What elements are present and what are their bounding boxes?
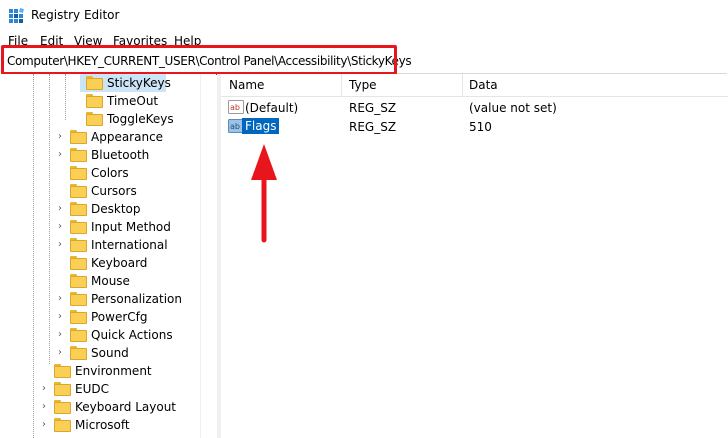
tree-item-label: PowerCfg — [91, 310, 148, 324]
folder-icon — [54, 364, 71, 378]
header-divider — [221, 96, 728, 97]
folder-icon — [70, 310, 87, 324]
folder-icon — [54, 400, 71, 414]
chevron-right-icon[interactable]: › — [56, 330, 64, 340]
tree-item-label: Quick Actions — [91, 328, 173, 342]
tree-item-powercfg[interactable]: › PowerCfg — [56, 308, 196, 326]
address-highlight-box — [1, 45, 397, 75]
tree-item-keyboard-layout[interactable]: › Keyboard Layout — [40, 398, 196, 416]
tree-item-eudc[interactable]: › EUDC — [40, 380, 196, 398]
tree-item-label: Sound — [91, 346, 129, 360]
tree-item-label: TimeOut — [107, 94, 159, 108]
folder-icon — [70, 148, 87, 162]
folder-icon — [70, 166, 87, 180]
folder-icon — [70, 328, 87, 342]
column-divider[interactable] — [462, 74, 463, 96]
value-data: 510 — [469, 120, 492, 134]
tree-item-personalization[interactable]: › Personalization — [56, 290, 196, 308]
tree-item-label: Environment — [75, 364, 152, 378]
tree-item-sound[interactable]: › Sound — [56, 344, 196, 362]
tree-item-label: Mouse — [91, 274, 130, 288]
tree-item-togglekeys[interactable]: ToggleKeys — [80, 110, 180, 128]
value-type: REG_SZ — [349, 120, 397, 134]
tree-item-label: Input Method — [91, 220, 171, 234]
column-header-type[interactable]: Type — [349, 78, 377, 92]
value-data: (value not set) — [469, 101, 557, 115]
tree-item-cursors[interactable]: Cursors — [56, 182, 196, 200]
chevron-right-icon[interactable]: › — [56, 348, 64, 358]
folder-icon — [86, 76, 103, 90]
tree-item-environment[interactable]: Environment — [40, 362, 196, 380]
values-list[interactable]: Name Type Data ab (Default) REG_SZ (valu… — [221, 74, 728, 438]
string-value-icon: ab — [228, 100, 244, 114]
svg-text:ab: ab — [230, 103, 240, 112]
tree-item-international[interactable]: › International — [56, 236, 196, 254]
chevron-right-icon[interactable]: › — [40, 384, 48, 394]
tree-item-label: Keyboard Layout — [75, 400, 177, 414]
chevron-right-icon[interactable]: › — [56, 294, 64, 304]
tree-item-bluetooth[interactable]: › Bluetooth — [56, 146, 196, 164]
tree-item-label: Microsoft — [75, 418, 130, 432]
folder-icon — [70, 274, 87, 288]
chevron-right-icon[interactable]: › — [56, 150, 64, 160]
tree-item-appearance[interactable]: › Appearance — [56, 128, 196, 146]
tree-item-quick-actions[interactable]: › Quick Actions — [56, 326, 196, 344]
value-name: (Default) — [245, 101, 299, 115]
tree-item-label: Bluetooth — [91, 148, 150, 162]
tree-item-label: EUDC — [75, 382, 109, 396]
chevron-right-icon[interactable]: › — [56, 222, 64, 232]
column-header-data[interactable]: Data — [469, 78, 498, 92]
folder-icon — [70, 256, 87, 270]
tree-item-input-method[interactable]: › Input Method — [56, 218, 196, 236]
tree-item-label: Appearance — [91, 130, 164, 144]
tree-item-label: Keyboard — [91, 256, 148, 270]
chevron-right-icon[interactable]: › — [56, 312, 64, 322]
column-header-name[interactable]: Name — [229, 78, 264, 92]
chevron-right-icon[interactable]: › — [40, 420, 48, 430]
folder-icon — [70, 184, 87, 198]
folder-icon — [70, 220, 87, 234]
tree-item-stickykeys[interactable]: StickyKeys — [80, 74, 171, 92]
folder-icon — [70, 238, 87, 252]
svg-text:ab: ab — [230, 122, 240, 131]
folder-icon — [86, 112, 103, 126]
folder-icon — [70, 346, 87, 360]
title-bar: Registry Editor — [0, 0, 728, 32]
folder-icon — [54, 382, 71, 396]
tree-item-label: International — [91, 238, 168, 252]
registry-editor-icon — [9, 8, 24, 23]
tree-item-desktop[interactable]: › Desktop — [56, 200, 196, 218]
tree-item-label: ToggleKeys — [107, 112, 174, 126]
tree-item-microsoft[interactable]: › Microsoft — [40, 416, 196, 434]
folder-icon — [54, 418, 71, 432]
folder-icon — [70, 130, 87, 144]
tree-item-mouse[interactable]: Mouse — [56, 272, 196, 290]
chevron-right-icon[interactable]: › — [56, 204, 64, 214]
key-tree[interactable]: StickyKeys TimeOut ToggleKeys › Appearan… — [0, 74, 200, 438]
red-arrow-annotation — [251, 144, 277, 243]
value-type: REG_SZ — [349, 101, 397, 115]
chevron-right-icon[interactable]: › — [40, 402, 48, 412]
tree-item-label: Desktop — [91, 202, 141, 216]
tree-guide-line — [49, 74, 50, 364]
tree-item-colors[interactable]: Colors — [56, 164, 196, 182]
tree-item-timeout[interactable]: TimeOut — [80, 92, 180, 110]
chevron-right-icon[interactable]: › — [56, 132, 64, 142]
tree-item-keyboard[interactable]: Keyboard — [56, 254, 196, 272]
folder-icon — [70, 202, 87, 216]
tree-guide-line — [33, 74, 34, 438]
tree-guide-line — [65, 74, 66, 120]
tree-item-label: StickyKeys — [107, 76, 171, 90]
tree-item-label: Cursors — [91, 184, 137, 198]
tree-item-label: Personalization — [91, 292, 182, 306]
tree-scrollbar[interactable] — [200, 74, 216, 438]
column-divider[interactable] — [341, 74, 342, 96]
folder-icon — [70, 292, 87, 306]
folder-icon — [86, 94, 103, 108]
chevron-right-icon[interactable]: › — [56, 240, 64, 250]
value-name-selected: Flags — [242, 118, 280, 134]
window-title: Registry Editor — [31, 8, 120, 22]
tree-item-label: Colors — [91, 166, 129, 180]
